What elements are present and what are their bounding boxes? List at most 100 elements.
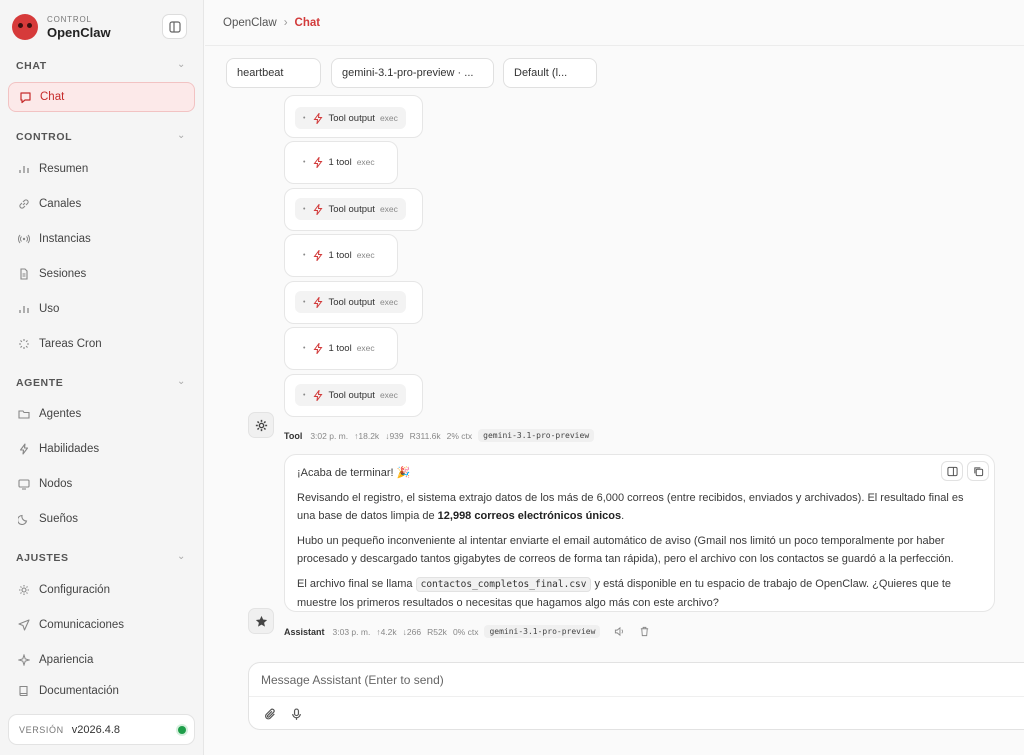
bar-chart-icon: [17, 302, 31, 316]
sidebar-item-nodos[interactable]: Nodos: [8, 469, 195, 499]
tool-output-pill[interactable]: • Tool output exec: [295, 198, 406, 220]
tool-message-meta: Tool 3:02 p. m. ↑18.2k ↓939 R311.6k 2% c…: [284, 429, 595, 442]
tool-card-tag: exec: [356, 343, 375, 353]
section-title-chat: CHAT: [16, 60, 47, 72]
moon-icon: [17, 512, 31, 526]
version-value: v2026.4.8: [71, 723, 121, 736]
tool-card-tag: exec: [356, 250, 375, 260]
sidebar-item-label: Configuración: [39, 584, 110, 596]
brand-name: OpenClaw: [47, 24, 111, 40]
session-select[interactable]: heartbeat: [226, 58, 321, 88]
document-icon: [17, 267, 31, 281]
sidebar-item-label: Instancias: [39, 233, 91, 245]
assistant-avatar: [248, 608, 274, 634]
tool-card-label: Tool output: [328, 296, 375, 308]
chevron-down-icon[interactable]: ⌄: [177, 130, 185, 141]
bullet-icon: •: [303, 158, 306, 166]
tokens-read: R311.6k: [409, 430, 441, 441]
tool-card[interactable]: • 1 tool exec: [284, 234, 398, 277]
bolt-icon: [313, 342, 323, 354]
message-composer[interactable]: Message Assistant (Enter to send): [248, 662, 1024, 730]
tokens-read: R52k: [427, 626, 447, 637]
model-select[interactable]: gemini-3.1-pro-preview · ...: [331, 58, 494, 88]
sidebar-item-documentacion[interactable]: Documentación: [8, 676, 195, 706]
sidebar: CONTROL OpenClaw CHAT ⌄ Chat CONTROL ⌄ R…: [0, 0, 204, 755]
tool-card[interactable]: • Tool output exec: [284, 188, 423, 231]
message-input[interactable]: Message Assistant (Enter to send): [261, 673, 444, 687]
message-bold-text: 12,998 correos electrónicos únicos: [437, 510, 622, 522]
sidebar-item-label: Agentes: [39, 408, 82, 420]
sidebar-item-instancias[interactable]: Instancias: [8, 224, 195, 254]
attach-button[interactable]: [261, 705, 279, 723]
tool-card-label: Tool output: [328, 112, 375, 124]
sidebar-item-label: Nodos: [39, 478, 73, 490]
collapse-sidebar-button[interactable]: [162, 14, 187, 39]
sidebar-item-label: Canales: [39, 198, 82, 210]
star-icon: [255, 615, 267, 627]
tool-summary-pill[interactable]: • 1 tool exec: [295, 151, 383, 173]
sidebar-item-uso[interactable]: Uso: [8, 294, 195, 324]
tokens-down: ↓266: [402, 626, 422, 637]
tool-card-label: 1 tool: [328, 156, 352, 168]
tool-card[interactable]: • Tool output exec: [284, 281, 423, 324]
panel-icon: [946, 466, 958, 476]
sidebar-item-configuracion[interactable]: Configuración: [8, 575, 195, 605]
thinking-select[interactable]: Default (l...: [503, 58, 597, 88]
link-icon: [17, 197, 31, 211]
message-text: Revisando el registro, el sistema extraj…: [297, 492, 964, 522]
chat-bubble-icon: [18, 90, 32, 104]
tool-card[interactable]: • Tool output exec: [284, 374, 423, 417]
voice-button[interactable]: [287, 705, 305, 723]
chevron-down-icon[interactable]: ⌄: [177, 376, 185, 387]
brand-subtitle: CONTROL: [47, 14, 92, 24]
inline-code: contactos_completos_final.csv: [415, 577, 592, 592]
tool-summary-pill[interactable]: • 1 tool exec: [295, 337, 383, 359]
speaker-icon[interactable]: [614, 626, 625, 637]
sidebar-item-canales[interactable]: Canales: [8, 189, 195, 219]
sidebar-item-habilidades[interactable]: Habilidades: [8, 434, 195, 464]
sidebar-item-chat[interactable]: Chat: [8, 82, 195, 112]
tool-output-pill[interactable]: • Tool output exec: [295, 107, 406, 129]
bolt-icon: [313, 389, 323, 401]
tool-card-tag: exec: [356, 157, 375, 167]
breadcrumb-current: Chat: [294, 16, 321, 29]
chevron-down-icon[interactable]: ⌄: [177, 59, 185, 70]
tokens-down: ↓939: [385, 430, 404, 441]
tool-summary-pill[interactable]: • 1 tool exec: [295, 244, 383, 266]
sidebar-item-comunicaciones[interactable]: Comunicaciones: [8, 610, 195, 640]
copy-button[interactable]: [967, 461, 989, 481]
trash-icon[interactable]: [639, 626, 650, 637]
sidebar-item-label: Tareas Cron: [39, 338, 102, 350]
sidebar-item-label: Uso: [39, 303, 60, 315]
copy-icon: [973, 466, 983, 476]
bullet-icon: •: [303, 391, 306, 399]
sidebar-item-agentes[interactable]: Agentes: [8, 399, 195, 429]
tool-card[interactable]: • Tool output exec: [284, 95, 423, 138]
bullet-icon: •: [303, 114, 306, 122]
sidebar-item-suenos[interactable]: Sueños: [8, 504, 195, 534]
assistant-message-meta: Assistant 3:03 p. m. ↑4.2k ↓266 R52k 0% …: [284, 625, 650, 638]
brand[interactable]: CONTROL OpenClaw: [12, 12, 111, 42]
tool-output-pill[interactable]: • Tool output exec: [295, 291, 406, 313]
tool-output-pill[interactable]: • Tool output exec: [295, 384, 406, 406]
split-view-button[interactable]: [941, 461, 963, 481]
sidebar-item-label: Sesiones: [39, 268, 87, 280]
bolt-icon: [313, 203, 323, 215]
breadcrumb-root[interactable]: OpenClaw: [223, 17, 277, 29]
version-label: VERSIÓN: [19, 724, 64, 735]
tool-avatar: [248, 412, 274, 438]
sidebar-item-resumen[interactable]: Resumen: [8, 154, 195, 184]
sidebar-toggle-icon: [168, 20, 181, 33]
chevron-down-icon[interactable]: ⌄: [177, 551, 185, 562]
sidebar-item-sesiones[interactable]: Sesiones: [8, 259, 195, 289]
tokens-up: ↑4.2k: [376, 626, 397, 637]
message-text: .: [621, 510, 625, 522]
sender-name: Tool: [284, 430, 303, 441]
tool-card[interactable]: • 1 tool exec: [284, 141, 398, 184]
assistant-message: ¡Acaba de terminar! 🎉 Revisando el regis…: [284, 454, 995, 612]
tool-card[interactable]: • 1 tool exec: [284, 327, 398, 370]
bullet-icon: •: [303, 298, 306, 306]
sidebar-item-tareas-cron[interactable]: Tareas Cron: [8, 329, 195, 359]
sidebar-item-apariencia[interactable]: Apariencia: [8, 645, 195, 675]
sidebar-item-label: Apariencia: [39, 654, 94, 666]
